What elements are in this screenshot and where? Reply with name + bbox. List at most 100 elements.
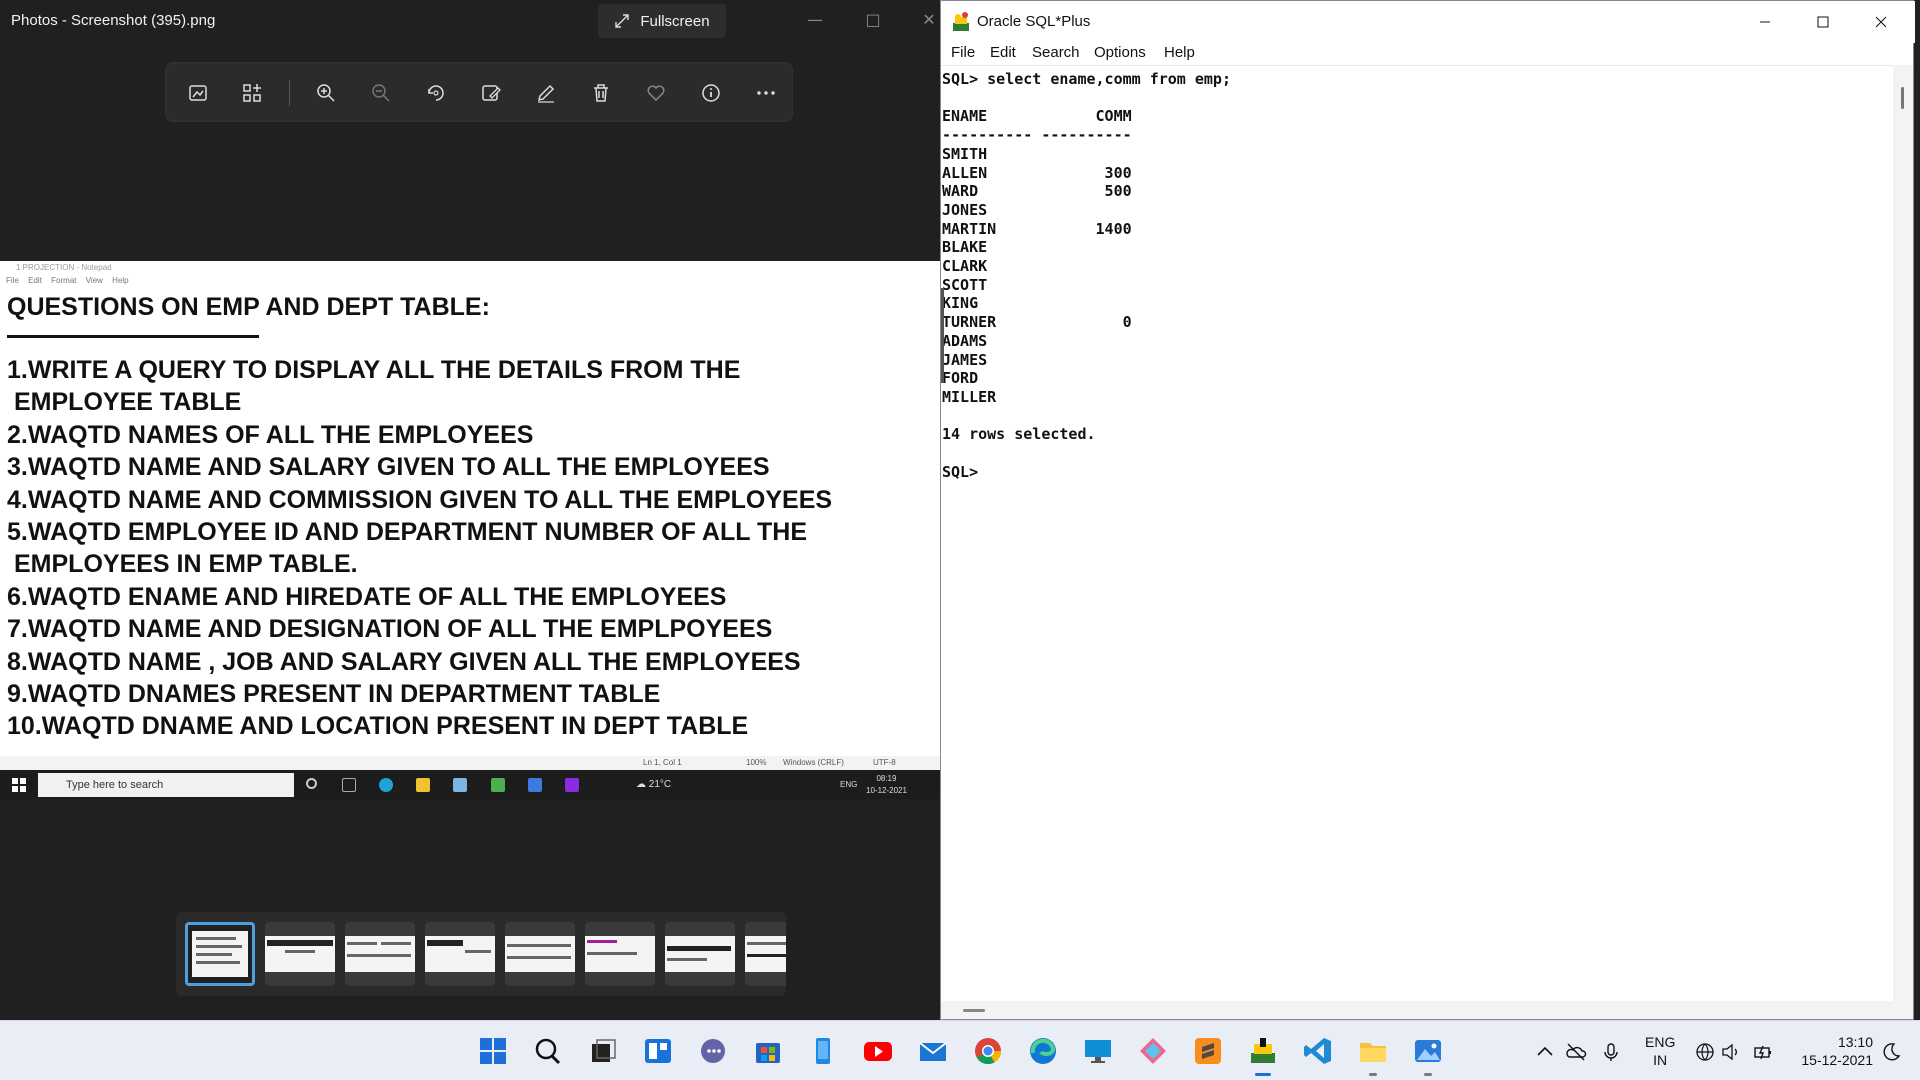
screenshot-time: 08:19: [876, 774, 897, 783]
notepad-statusbar: Ln 1, Col 1 100% Windows (CRLF) UTF-8: [0, 756, 940, 770]
task-view-icon: [342, 778, 356, 792]
edge-icon[interactable]: [1027, 1035, 1059, 1067]
vertical-scrollbar[interactable]: [1893, 65, 1913, 1001]
console-selection-marker: [941, 288, 944, 383]
horizontal-scrollbar[interactable]: [941, 1001, 1913, 1019]
status-line-ending: Windows (CRLF): [783, 758, 844, 767]
youtube-icon[interactable]: [862, 1035, 894, 1067]
running-app-indicator: [1424, 1073, 1432, 1076]
add-to-album-icon[interactable]: [240, 81, 264, 105]
rotate-icon[interactable]: [424, 81, 448, 105]
console-line: WARD 500: [942, 182, 1132, 201]
battery-charging-icon[interactable]: [1752, 1041, 1774, 1063]
delete-icon[interactable]: [589, 81, 613, 105]
store-icon[interactable]: [752, 1035, 784, 1067]
screenshot-search-box: Type here to search: [38, 773, 294, 797]
edit-image-icon[interactable]: [479, 81, 503, 105]
onedrive-offline-icon[interactable]: [1565, 1041, 1587, 1063]
sublime-text-icon[interactable]: [1192, 1035, 1224, 1067]
volume-icon[interactable]: [1720, 1041, 1742, 1063]
notepad-heading: QUESTIONS ON EMP AND DEPT TABLE:: [7, 293, 490, 321]
notepad-menu-view: View: [85, 276, 103, 285]
language-code: ENG: [1645, 1034, 1676, 1050]
photo-image[interactable]: 1 PROJECTION - Notepad File Edit Format …: [0, 261, 940, 799]
question-line: 6.WAQTD ENAME AND HIREDATE OF ALL THE EM…: [7, 582, 727, 611]
file-explorer-icon[interactable]: [1357, 1035, 1389, 1067]
notepad-menu-file: File: [6, 276, 19, 285]
photos-window-title: Photos - Screenshot (395).png: [11, 12, 216, 29]
system-clock[interactable]: 13:10 15-12-2021: [1793, 1033, 1873, 1069]
menu-file[interactable]: File: [951, 44, 975, 61]
question-line: 8.WAQTD NAME , JOB AND SALARY GIVEN ALL …: [7, 647, 801, 676]
menu-help[interactable]: Help: [1164, 44, 1195, 61]
widgets-icon[interactable]: [642, 1035, 674, 1067]
file-explorer-icon: [416, 778, 430, 792]
filmstrip-thumbnail[interactable]: [425, 922, 495, 986]
remote-desktop-icon[interactable]: [1082, 1035, 1114, 1067]
more-icon[interactable]: [754, 81, 778, 105]
screenshot-date: 10-12-2021: [866, 786, 907, 795]
draw-icon[interactable]: [534, 81, 558, 105]
status-zoom: 100%: [746, 758, 767, 767]
menu-search[interactable]: Search: [1032, 44, 1080, 61]
chrome-icon[interactable]: [972, 1035, 1004, 1067]
fullscreen-button[interactable]: Fullscreen: [598, 4, 726, 38]
maximize-icon[interactable]: [1801, 9, 1845, 35]
console-line: JONES: [942, 200, 988, 219]
task-view-icon[interactable]: [587, 1035, 619, 1067]
vertical-scroll-thumb[interactable]: [1901, 87, 1904, 109]
menu-options[interactable]: Options: [1094, 44, 1146, 61]
status-position: Ln 1, Col 1: [643, 758, 682, 767]
show-hidden-icons-icon[interactable]: [1534, 1041, 1556, 1063]
region-code: IN: [1653, 1052, 1668, 1068]
filmstrip-thumbnail[interactable]: [585, 922, 655, 986]
filmstrip-thumbnail[interactable]: [265, 922, 335, 986]
filmstrip: [176, 912, 786, 996]
maximize-icon[interactable]: □: [863, 10, 883, 30]
screenshot-clock: 08:19 10-12-2021: [866, 773, 907, 797]
notepad-menu-help: Help: [112, 276, 129, 285]
close-icon[interactable]: [1859, 9, 1903, 35]
sqlplus-console[interactable]: SQL> select ename,comm from emp; ENAME CO…: [941, 65, 1893, 1001]
zoom-in-icon[interactable]: [314, 81, 338, 105]
screenshot-search-placeholder: Type here to search: [66, 779, 164, 791]
console-line: SQL>: [942, 462, 979, 481]
search-icon[interactable]: [532, 1035, 564, 1067]
vscode-icon[interactable]: [1302, 1035, 1334, 1067]
phone-icon[interactable]: [807, 1035, 839, 1067]
start-icon[interactable]: [477, 1035, 509, 1067]
photos-toolbar: [165, 62, 793, 122]
mail-icon[interactable]: [917, 1035, 949, 1067]
status-encoding: UTF-8: [873, 758, 896, 767]
minimize-icon[interactable]: —: [805, 10, 825, 30]
filmstrip-thumbnail[interactable]: [185, 922, 255, 986]
network-globe-icon[interactable]: [1694, 1041, 1716, 1063]
photos-icon[interactable]: [1412, 1035, 1444, 1067]
filmstrip-thumbnail[interactable]: [665, 922, 735, 986]
info-icon[interactable]: [699, 81, 723, 105]
notepad-title: 1 PROJECTION - Notepad: [0, 261, 940, 275]
enhance-icon[interactable]: [186, 81, 210, 105]
question-line: 7.WAQTD NAME AND DESIGNATION OF ALL THE …: [7, 615, 773, 644]
filmstrip-thumbnail[interactable]: [345, 922, 415, 986]
minimize-icon[interactable]: [1743, 9, 1787, 35]
menu-edit[interactable]: Edit: [990, 44, 1016, 61]
console-line: CLARK: [942, 257, 988, 275]
favorite-icon[interactable]: [644, 81, 668, 105]
close-icon[interactable]: ✕: [919, 10, 939, 30]
sqlplus-menubar: File Edit Search Options Help: [941, 43, 1915, 63]
running-app-indicator: [1369, 1073, 1377, 1076]
snip-icon[interactable]: [1137, 1035, 1169, 1067]
microphone-icon[interactable]: [1600, 1041, 1622, 1063]
horizontal-scroll-thumb[interactable]: [963, 1009, 985, 1012]
teams-chat-icon[interactable]: [697, 1035, 729, 1067]
oracle-sqlplus-icon: [953, 12, 969, 31]
zoom-out-icon[interactable]: [369, 81, 393, 105]
filmstrip-thumbnail[interactable]: [505, 922, 575, 986]
filmstrip-thumbnail[interactable]: [745, 922, 786, 986]
focus-assist-moon-icon[interactable]: [1880, 1041, 1902, 1063]
oracle-sqlplus-icon[interactable]: [1247, 1035, 1279, 1067]
question-line: 1.WRITE A QUERY TO DISPLAY ALL THE DETAI…: [7, 356, 741, 384]
edge-icon: [379, 778, 393, 792]
input-language-indicator[interactable]: ENG IN: [1645, 1033, 1675, 1069]
